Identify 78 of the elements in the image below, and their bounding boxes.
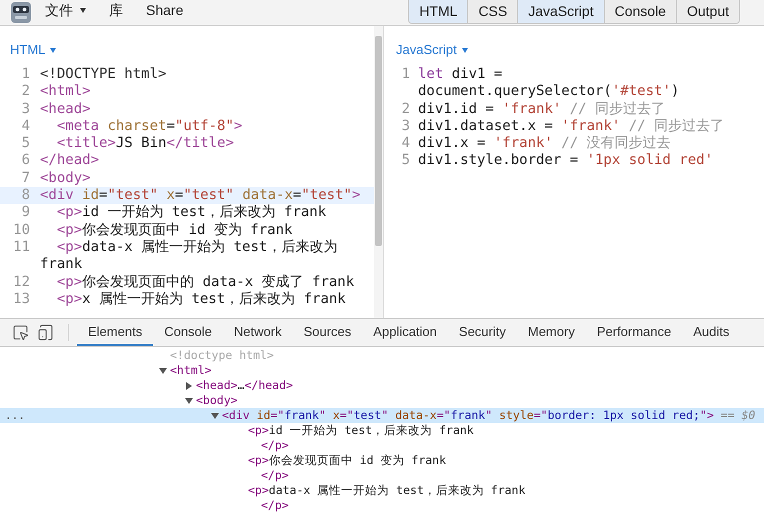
line-number: 4 xyxy=(400,135,410,152)
scrollbar-thumb[interactable] xyxy=(375,36,382,246)
triangle-down-icon[interactable] xyxy=(211,412,219,420)
panel-tab[interactable]: JavaScript xyxy=(517,0,604,23)
inspect-icon[interactable] xyxy=(12,324,29,341)
devtools-tab[interactable]: Audits xyxy=(682,319,740,346)
code-line: <div id="test" x="test" data-x="test"> xyxy=(40,187,362,204)
triangle-down-icon[interactable] xyxy=(185,396,193,404)
device-icon[interactable] xyxy=(37,324,54,341)
code-line: div1.x = 'frank' // 没有同步过去 xyxy=(418,135,672,152)
code-line: <body> xyxy=(40,170,92,188)
triangle-right-icon[interactable] xyxy=(185,382,193,390)
devtools-tab[interactable]: Network xyxy=(222,319,293,346)
dom-node-text: </p> xyxy=(261,496,289,514)
code-line: div1.style.border = '1px solid red' xyxy=(418,152,714,170)
line-number: 1 xyxy=(400,66,410,84)
line-number: 11 xyxy=(12,238,30,257)
devtools-tab[interactable]: Elements xyxy=(77,319,154,346)
dom-node-text: <html> xyxy=(170,362,212,379)
code-line: <!DOCTYPE html> xyxy=(40,66,168,84)
line-number: 3 xyxy=(400,118,410,136)
triangle-down-icon[interactable] xyxy=(159,366,167,374)
line-number: 12 xyxy=(12,274,30,291)
code-line: <p>data-x 属性一开始为 test，后来改为 frank xyxy=(40,238,338,274)
code-line: </head> xyxy=(40,152,100,170)
dom-node-text: <body> xyxy=(196,392,238,409)
code-line: div1.dataset.x = 'frank' // 同步过去了 xyxy=(418,118,726,136)
code-line: div1.id = 'frank' // 同步过去了 xyxy=(418,100,666,118)
code-line: let div1 = document.querySelector('#test') xyxy=(418,66,680,101)
scrollbar[interactable] xyxy=(374,26,383,318)
menu-item[interactable]: 库 xyxy=(109,0,123,20)
line-number: 1 xyxy=(20,66,30,84)
devtools-tab[interactable]: Security xyxy=(448,319,517,346)
devtools-tab[interactable]: Sources xyxy=(292,319,362,346)
devtools-tab[interactable]: Memory xyxy=(516,319,586,346)
editor-title[interactable]: HTML xyxy=(10,40,46,60)
dom-node-text: <head>…</head> xyxy=(196,376,293,394)
dom-node-text: <p>你会发现页面中 id 变为 frank xyxy=(248,452,446,469)
code-line: <p>x 属性一开始为 test，后来改为 frank xyxy=(56,290,347,308)
code-line: <p>你会发现页面中 id 变为 frank xyxy=(56,222,294,239)
caret-icon xyxy=(50,48,56,52)
dom-node-text: </p> xyxy=(261,436,289,454)
editor-title[interactable]: JavaScript xyxy=(396,40,457,60)
code-line: <head> xyxy=(40,100,92,118)
menu-item[interactable]: Share xyxy=(146,0,184,20)
devtools-tab[interactable]: Console xyxy=(153,319,223,346)
code-line: <html> xyxy=(40,83,92,101)
robot-logo-icon[interactable] xyxy=(10,0,32,24)
devtools-tab[interactable]: Performance xyxy=(586,319,682,346)
line-number: 8 xyxy=(20,187,30,204)
caret-icon xyxy=(462,48,468,52)
line-number: 9 xyxy=(20,204,30,222)
menu-item[interactable]: 文件 xyxy=(45,0,86,20)
code-line: <p>id 一开始为 test，后来改为 frank xyxy=(56,204,328,222)
tree-row[interactable]: ... <div id="frank" x="test" data-x="frank" style="border: 1px solid red;"> == $0 xyxy=(0,408,764,423)
code-line: <p>你会发现页面中的 data-x 变成了 frank xyxy=(56,274,356,291)
code-line: <meta charset="utf-8"> xyxy=(56,118,244,136)
panel-tab[interactable]: Output xyxy=(676,0,739,23)
line-number: 13 xyxy=(12,290,30,308)
dom-node-text: <p>id 一开始为 test，后来改为 frank xyxy=(248,422,474,439)
line-number: 6 xyxy=(20,152,30,170)
line-number: 4 xyxy=(20,118,30,136)
line-number: 7 xyxy=(20,170,30,188)
dom-node-text: <div id="frank" x="test" data-x="frank" style="border: 1px solid red;"> == $0 xyxy=(222,406,756,424)
code-line: <title>JS Bin</title> xyxy=(56,135,235,152)
devtools-tab[interactable]: Application xyxy=(362,319,448,346)
line-number: 2 xyxy=(20,83,30,101)
dom-node-text: </p> xyxy=(261,466,289,484)
row-actions-glyph[interactable]: ... xyxy=(5,410,25,420)
line-number: 2 xyxy=(400,100,410,118)
line-number: 3 xyxy=(20,100,30,118)
line-number: 10 xyxy=(12,222,30,239)
dom-node-text: <p>data-x 属性一开始为 test，后来改为 frank xyxy=(248,482,526,499)
dom-node-text: <!doctype html> xyxy=(170,347,274,364)
caret-icon xyxy=(80,8,86,12)
line-number: 5 xyxy=(20,135,30,152)
line-number: 5 xyxy=(400,152,410,170)
panel-tab[interactable]: HTML xyxy=(409,0,468,23)
